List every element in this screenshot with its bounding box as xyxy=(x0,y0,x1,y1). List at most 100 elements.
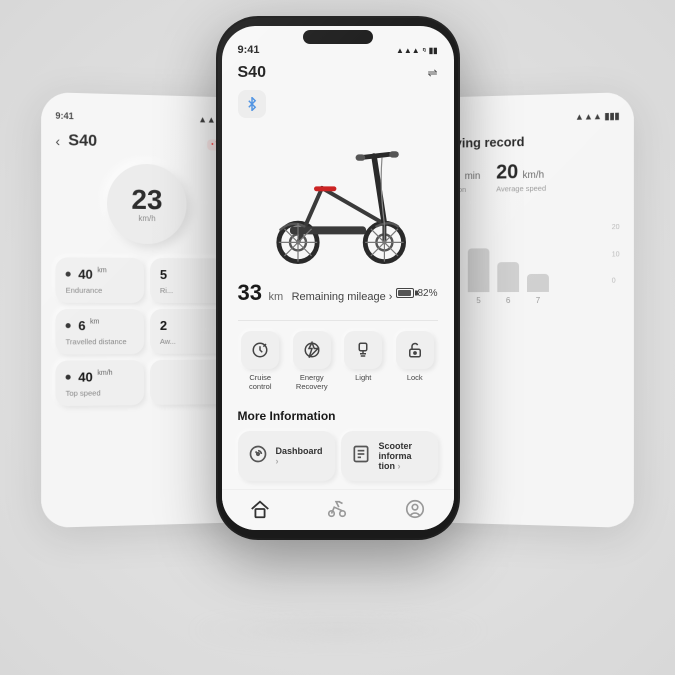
average-value: 2 xyxy=(160,318,167,333)
mileage-label[interactable]: Remaining mileage › xyxy=(292,291,393,303)
bluetooth-badge[interactable] xyxy=(238,90,266,118)
battery-badge: 82% xyxy=(396,288,437,299)
scooter-image-area xyxy=(222,126,454,274)
speed-value: 23 xyxy=(131,185,162,213)
scooter-nav-icon xyxy=(326,498,348,520)
status-icons: ▲▲▲ ᵑ ▮▮ xyxy=(396,46,438,55)
travelled-value: 6 xyxy=(78,318,85,333)
avg-speed-label: Average speed xyxy=(496,184,546,194)
lock-icon xyxy=(406,341,424,359)
y-label-10: 10 xyxy=(612,251,620,258)
dot-icon xyxy=(66,272,71,277)
travelled-unit: km xyxy=(90,319,99,326)
riding-value: 5 xyxy=(160,267,167,282)
energy-icon xyxy=(303,341,321,359)
bar-3 xyxy=(497,262,519,292)
controls-grid: Cruisecontrol EnergyRecovery xyxy=(238,331,438,391)
dot-icon-2 xyxy=(66,323,71,328)
light-icon-box xyxy=(344,331,382,369)
right-status-bar: ▲▲▲ ▮▮▮ xyxy=(439,111,620,127)
endurance-card: 40 km Endurance xyxy=(55,257,144,303)
left-status-bar: 9:41 ▲▲▲ ▮▮ xyxy=(55,111,236,127)
battery-icon: ▮▮ xyxy=(429,46,438,55)
light-icon xyxy=(354,341,372,359)
avg-speed-value: 20 xyxy=(496,161,518,183)
profile-icon xyxy=(404,498,426,520)
top-speed-label: Top speed xyxy=(66,388,134,398)
controls-divider xyxy=(238,320,438,321)
travelled-card: 6 km Travelled distance xyxy=(55,309,144,355)
cruise-icon-box xyxy=(241,331,279,369)
nav-scooter[interactable] xyxy=(326,498,348,520)
ground-reflection xyxy=(188,615,488,645)
top-speed-card: 40 km/h Top speed xyxy=(55,360,144,406)
y-label-0: 0 xyxy=(612,278,620,285)
cruise-icon xyxy=(251,341,269,359)
bar-chart: 4 5 6 7 20 10 xyxy=(439,224,620,305)
bar-label-4: 7 xyxy=(536,296,540,305)
cruise-label: Cruisecontrol xyxy=(249,373,272,391)
battery-fill xyxy=(398,290,411,296)
control-lock[interactable]: Lock xyxy=(392,331,438,391)
more-info-grid: Dashboard › Scooter information › xyxy=(238,431,438,481)
dashboard-text: Dashboard › xyxy=(276,446,325,466)
avg-speed-metric: 20 km/h Average speed xyxy=(496,161,546,194)
bar-label-2: 5 xyxy=(476,296,480,305)
nav-home[interactable] xyxy=(249,498,271,520)
right-signal: ▲▲▲ ▮▮▮ xyxy=(575,111,620,123)
light-label: Light xyxy=(355,373,371,382)
control-energy[interactable]: EnergyRecovery xyxy=(289,331,335,391)
bar-col-3: 6 xyxy=(497,262,519,305)
control-cruise[interactable]: Cruisecontrol xyxy=(238,331,284,391)
lock-icon-box xyxy=(396,331,434,369)
scooter-info-card[interactable]: Scooter information › xyxy=(341,431,438,481)
home-icon xyxy=(249,498,271,520)
scooter-info-icon xyxy=(351,444,371,469)
left-phone-title: S40 xyxy=(68,132,97,151)
center-phone-title: S40 xyxy=(238,64,266,82)
speed-unit: km/h xyxy=(138,213,155,222)
mileage-unit: km xyxy=(268,291,283,303)
y-label-20: 20 xyxy=(612,224,620,231)
scooter-illustration xyxy=(258,130,418,270)
dot-icon-3 xyxy=(66,375,71,380)
dynamic-island xyxy=(303,30,373,44)
energy-label: EnergyRecovery xyxy=(296,373,328,391)
endurance-label: Endurance xyxy=(66,286,134,295)
center-time: 9:41 xyxy=(238,44,260,56)
phone-center: 9:41 ▲▲▲ ᵑ ▮▮ S40 ⇌ xyxy=(218,18,458,538)
nav-profile[interactable] xyxy=(404,498,426,520)
more-info-title: More Information xyxy=(238,409,438,423)
dashboard-icon xyxy=(248,444,268,469)
bar-col-4: 7 xyxy=(527,274,549,305)
bar-2 xyxy=(468,248,490,292)
control-light[interactable]: Light xyxy=(341,331,387,391)
speed-circle: 23 km/h xyxy=(107,163,187,244)
avg-speed-unit: km/h xyxy=(523,170,545,181)
energy-icon-box xyxy=(293,331,331,369)
center-screen: 9:41 ▲▲▲ ᵑ ▮▮ S40 ⇌ xyxy=(222,26,454,530)
chart-label: ory xyxy=(439,206,620,218)
battery-icon-small xyxy=(396,288,414,298)
endurance-value: 40 xyxy=(78,267,93,282)
wifi-icon: ᵑ xyxy=(423,46,426,55)
right-phone-title: driving record xyxy=(439,132,620,151)
top-speed-value: 40 xyxy=(78,369,93,384)
duration-unit: min xyxy=(465,171,481,182)
dashboard-card[interactable]: Dashboard › xyxy=(238,431,335,481)
left-time: 9:41 xyxy=(55,111,73,123)
back-arrow-icon[interactable]: ‹ xyxy=(55,133,60,149)
lock-label: Lock xyxy=(407,373,423,382)
bar-col-2: 5 xyxy=(468,248,490,305)
bottom-nav xyxy=(222,489,454,530)
signal-icon: ▲▲▲ xyxy=(396,46,420,55)
travelled-label: Travelled distance xyxy=(66,337,134,346)
bar-label-3: 6 xyxy=(506,296,510,305)
battery-percent: 82% xyxy=(417,288,437,299)
endurance-unit: km xyxy=(97,267,106,274)
mileage-info: 33 km Remaining mileage › xyxy=(238,280,393,306)
bar-4 xyxy=(527,274,549,292)
swap-icon[interactable]: ⇌ xyxy=(427,66,437,80)
center-header: S40 ⇌ xyxy=(222,62,454,90)
scene: 9:41 ▲▲▲ ▮▮ ‹ S40 • Tire... 23 km/h 40 k… xyxy=(0,0,675,675)
